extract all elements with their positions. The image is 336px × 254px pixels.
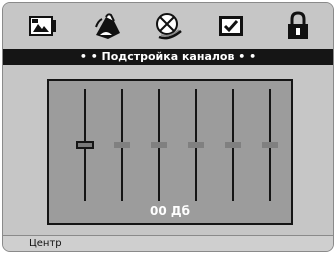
slider-5-knob[interactable]	[225, 142, 241, 148]
checkbox-icon	[219, 16, 243, 36]
satellite-dish-icon	[156, 13, 182, 40]
picture-adjust-icon	[29, 16, 56, 36]
lock-icon	[288, 11, 308, 39]
slider-6-knob[interactable]	[262, 142, 278, 148]
page-title: • • Подстройка каналов • •	[3, 49, 333, 65]
slider-2-knob[interactable]	[114, 142, 130, 148]
tab-check[interactable]	[214, 9, 250, 43]
tab-picture[interactable]	[25, 9, 61, 43]
equalizer-panel: 00 Дб	[47, 79, 293, 225]
speaker-hand-icon	[95, 13, 120, 39]
gain-value: 00 Дб	[150, 204, 190, 218]
tab-audio[interactable]	[91, 9, 127, 43]
tab-bar	[3, 3, 333, 49]
tab-channels[interactable]	[150, 9, 186, 43]
tab-lock[interactable]	[280, 9, 316, 43]
settings-window: • • Подстройка каналов • • 00 Дб Центр	[2, 2, 334, 252]
status-bar: Центр	[3, 235, 333, 251]
slider-1-knob[interactable]	[76, 141, 94, 149]
slider-4-knob[interactable]	[188, 142, 204, 148]
slider-3-knob[interactable]	[151, 142, 167, 148]
